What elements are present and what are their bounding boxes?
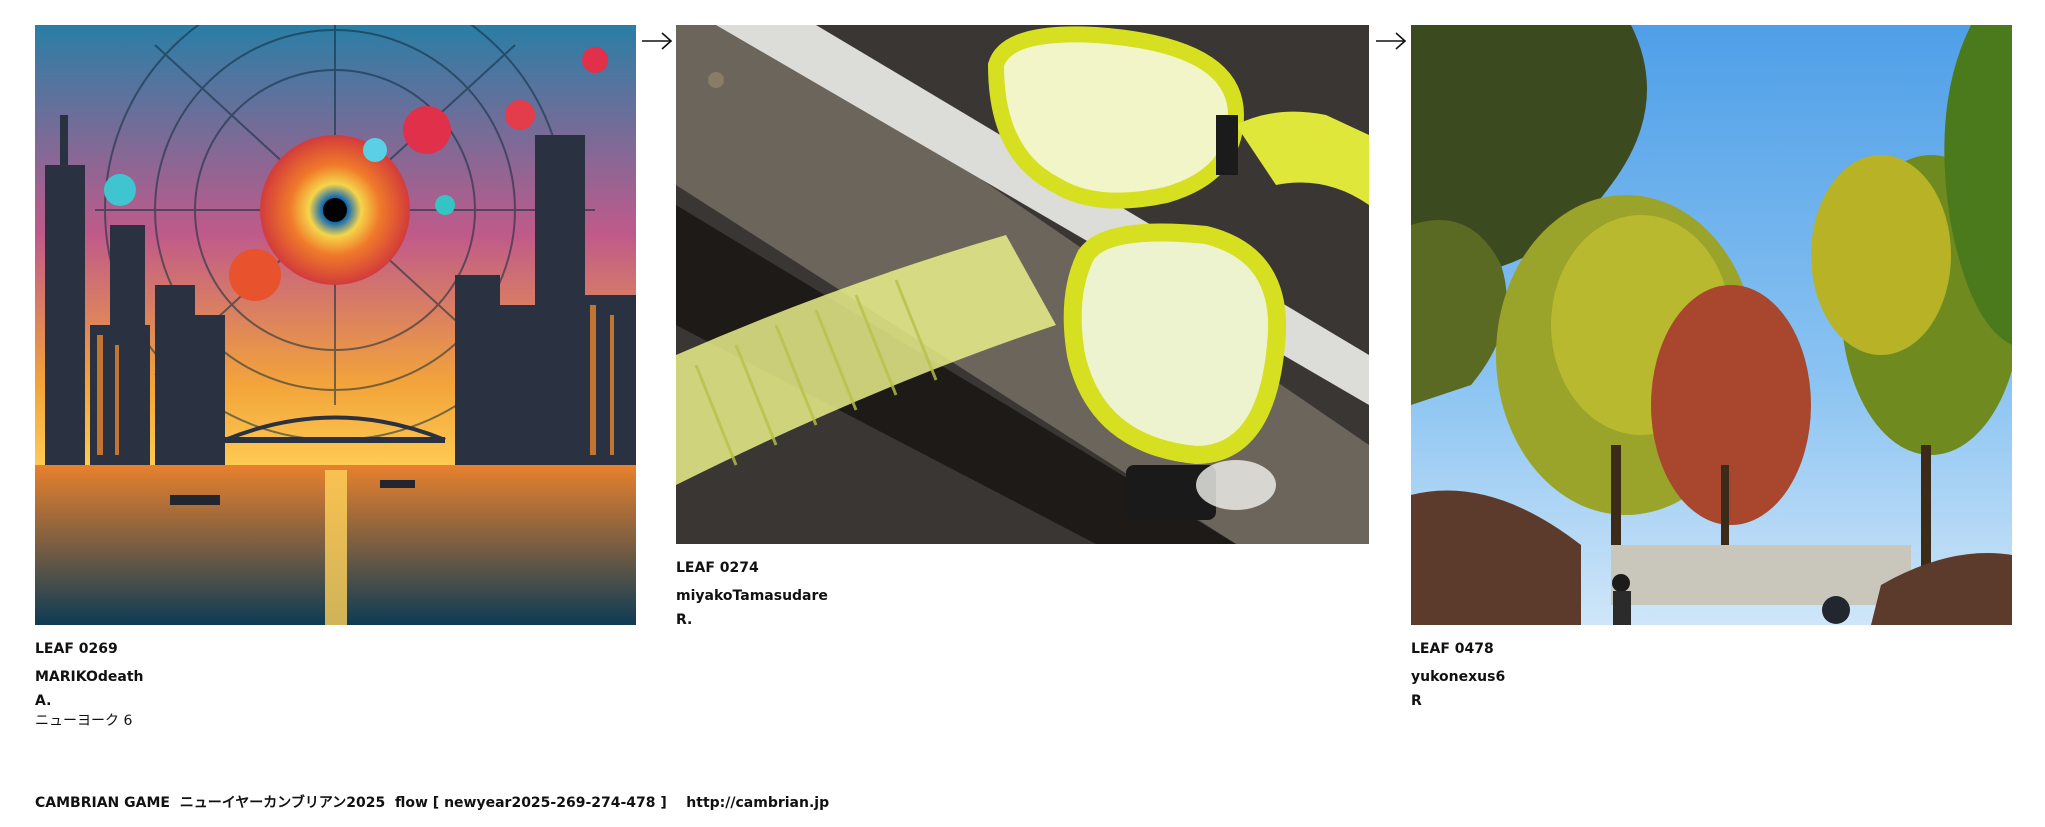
leaf-card: LEAF 0274 miyakoTamasudare R.	[676, 25, 1369, 630]
leaf-image[interactable]	[35, 25, 636, 625]
leaf-caption: ニューヨーク 6	[35, 713, 133, 729]
leaf-user[interactable]: yukonexus6	[1411, 663, 2012, 691]
leaf-note: A.	[35, 693, 52, 709]
leaf-image[interactable]	[676, 25, 1369, 544]
leaf-card: LEAF 0478 yukonexus6 R	[1411, 25, 2012, 711]
arrow-right-icon	[1374, 27, 1408, 55]
leaf-user[interactable]: miyakoTamasudare	[676, 582, 1369, 610]
leaf-user[interactable]: MARIKOdeath	[35, 663, 636, 691]
leaf-image[interactable]	[1411, 25, 2012, 625]
leaf-note: R	[1411, 693, 1422, 709]
leaf-title: LEAF 0269	[35, 641, 118, 657]
leaf-title: LEAF 0478	[1411, 641, 1494, 657]
leaf-card: LEAF 0269 MARIKOdeath A. ニューヨーク 6	[35, 25, 636, 731]
ginkgo-trees-photo	[1411, 25, 2012, 625]
leaf-title: LEAF 0274	[676, 560, 759, 576]
footer-credit[interactable]: CAMBRIAN GAME ニューイヤーカンブリアン2025 flow [ ne…	[35, 792, 829, 812]
surreal-city-eye-painting	[35, 25, 636, 625]
arrow-right-icon	[640, 27, 674, 55]
snorkel-mask-photo	[676, 25, 1369, 544]
leaf-note: R.	[676, 612, 693, 628]
